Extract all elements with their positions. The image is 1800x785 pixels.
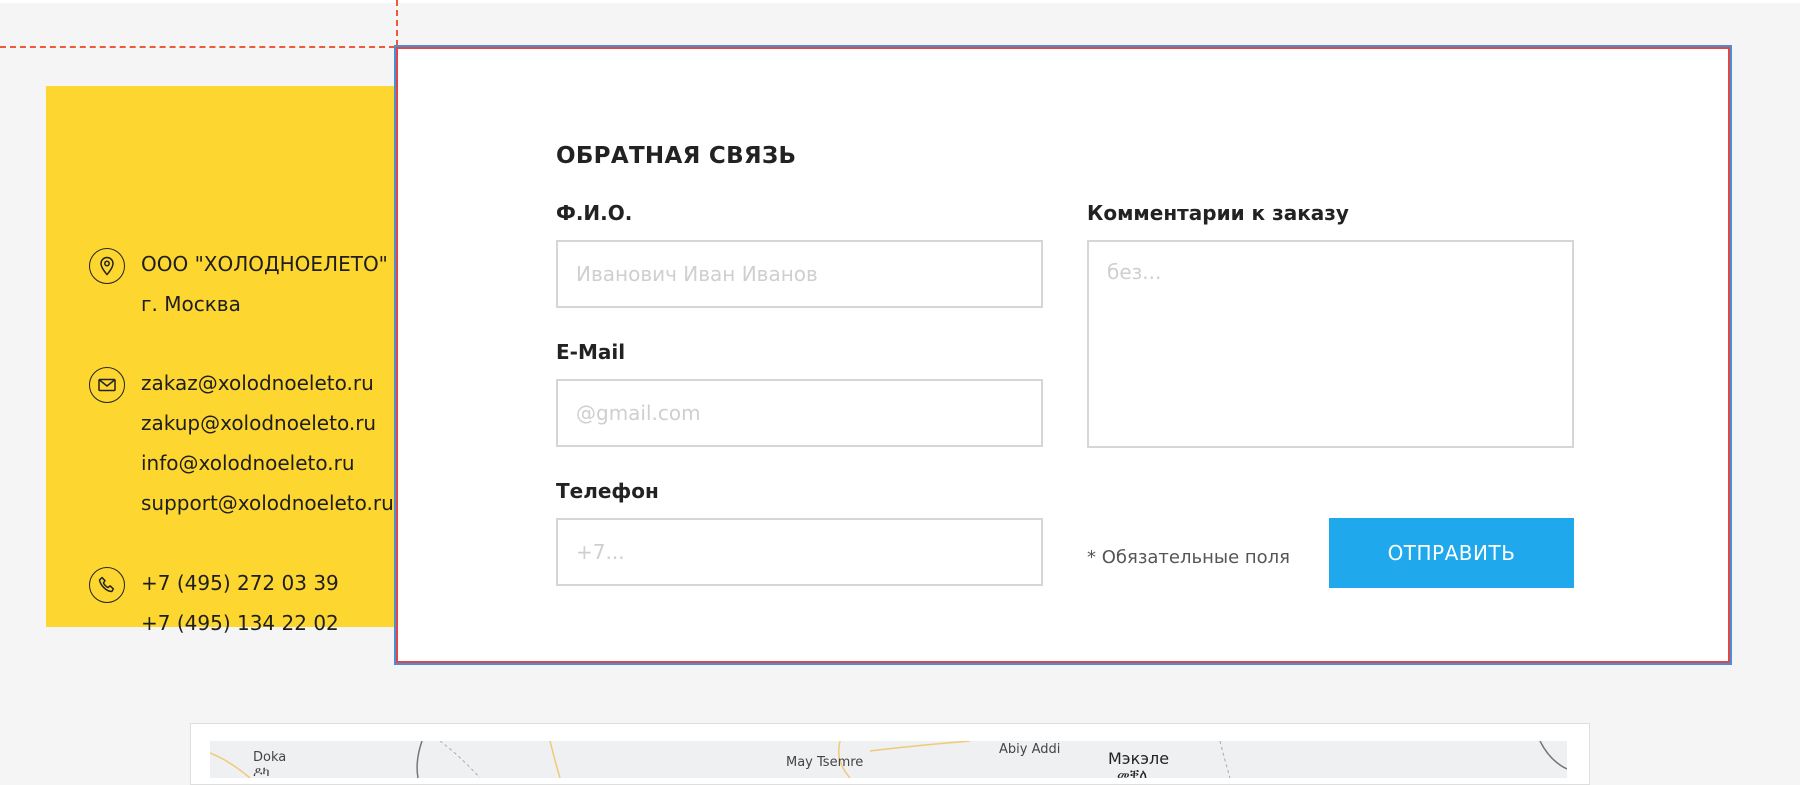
- phone-lines: +7 (495) 272 03 39 +7 (495) 134 22 02: [141, 563, 339, 643]
- feedback-form: ОБРАТНАЯ СВЯЗЬ Ф.И.О. E-Mail Телефон Ком…: [394, 45, 1732, 665]
- email-link[interactable]: zakaz@xolodnoeleto.ru: [141, 363, 394, 403]
- email-link[interactable]: info@xolodnoeleto.ru: [141, 443, 394, 483]
- email-label: E-Mail: [556, 340, 626, 364]
- map-label: Abiy Addi: [999, 742, 1061, 757]
- city: г. Москва: [141, 292, 241, 316]
- contact-card: ООО "ХОЛОДНОЕЛЕТО" г. Москва zakaz@xolod…: [46, 86, 455, 635]
- comment-label: Комментарии к заказу: [1087, 201, 1349, 225]
- envelope-icon: [89, 367, 125, 403]
- map-label: Doka: [253, 750, 287, 765]
- top-strip: [0, 0, 1800, 3]
- phone-link[interactable]: +7 (495) 272 03 39: [141, 563, 339, 603]
- name-label: Ф.И.О.: [556, 201, 633, 225]
- map-label: መቐለ: [1117, 767, 1148, 778]
- layout-guide-horizontal: [0, 46, 395, 48]
- map-label: ዶካ: [253, 765, 270, 778]
- address-lines: ООО "ХОЛОДНОЕЛЕТО" г. Москва: [141, 244, 388, 324]
- phone-link[interactable]: +7 (495) 134 22 02: [141, 603, 339, 643]
- map-label: May Tsemre: [786, 755, 864, 770]
- submit-button[interactable]: ОТПРАВИТЬ: [1329, 518, 1574, 588]
- map-pin-icon: [89, 248, 125, 284]
- map-roads: [210, 741, 1567, 778]
- comment-textarea[interactable]: [1087, 240, 1574, 448]
- company-name: ООО "ХОЛОДНОЕЛЕТО": [141, 252, 388, 276]
- form-title: ОБРАТНАЯ СВЯЗЬ: [556, 143, 797, 169]
- email-link[interactable]: zakup@xolodnoeleto.ru: [141, 403, 394, 443]
- email-input[interactable]: [556, 379, 1043, 447]
- map[interactable]: Doka ዶካ May Tsemre Abiy Addi Мэкэле መቐለ: [210, 741, 1567, 778]
- phone-icon: [89, 567, 125, 603]
- map-label: Мэкэле: [1108, 749, 1170, 768]
- name-input[interactable]: [556, 240, 1043, 308]
- layout-guide-vertical: [396, 0, 398, 46]
- email-lines: zakaz@xolodnoeleto.ru zakup@xolodnoeleto…: [141, 363, 394, 523]
- phone-input[interactable]: [556, 518, 1043, 586]
- phone-label: Телефон: [556, 479, 659, 503]
- email-link[interactable]: support@xolodnoeleto.ru: [141, 483, 394, 523]
- required-fields-note: * Обязательные поля: [1087, 547, 1290, 568]
